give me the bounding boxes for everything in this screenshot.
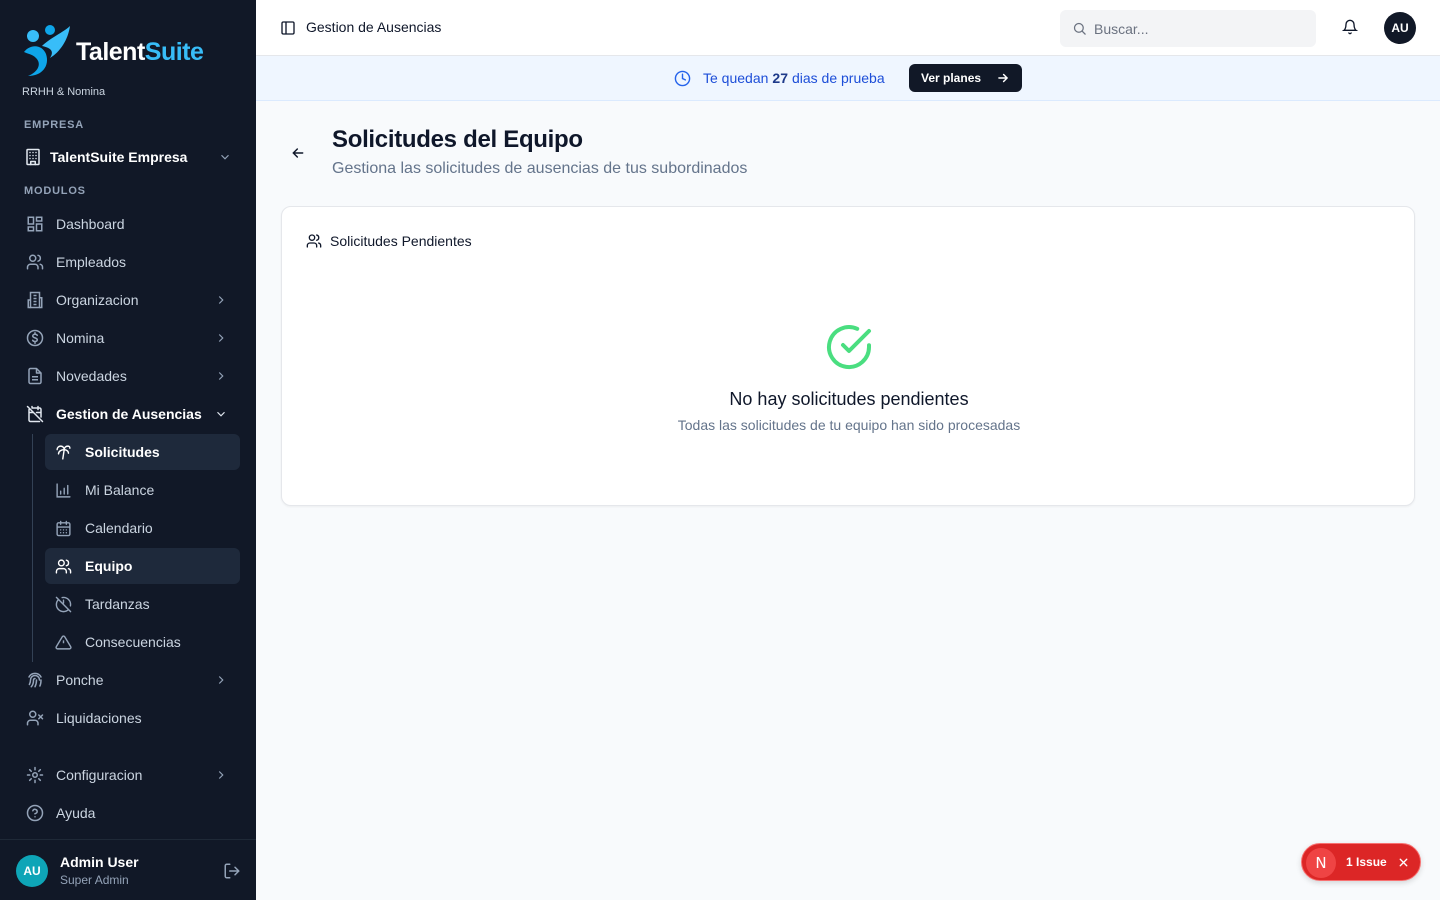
card-header: Solicitudes Pendientes [306,233,472,249]
sidebar-item-configuracion[interactable]: Configuracion [16,757,240,793]
sidebar-item-novedades[interactable]: Novedades [16,358,240,394]
company-selector[interactable]: TalentSuite Empresa [16,142,240,172]
users-icon [26,254,44,270]
sidebar-item-label: Organizacion [56,292,139,308]
users-icon [55,558,72,574]
card-title: Solicitudes Pendientes [330,233,472,249]
sidebar-item-nomina[interactable]: Nomina [16,320,240,356]
fingerprint-icon [28,672,42,688]
sidebar-subitem-solicitudes[interactable]: Solicitudes [45,434,240,470]
file-icon [28,367,42,385]
sidebar-item-gestion-ausencias[interactable]: Gestion de Ausencias [16,396,240,432]
logout-icon[interactable] [223,862,241,880]
calendar-icon [56,520,71,536]
sidebar-subitem-label: Mi Balance [85,482,155,498]
sidebar-item-label: Novedades [56,368,127,384]
sidebar-item-ponche[interactable]: Ponche [16,662,240,698]
sidebar-subitem-label: Consecuencias [85,634,181,650]
sidebar-item-dashboard[interactable]: Dashboard [16,206,240,242]
sidebar-subitem-consecuencias[interactable]: Consecuencias [45,624,240,660]
trial-text: Te quedan 27 dias de prueba [703,70,885,86]
sidebar-subitem-calendario[interactable]: Calendario [45,510,240,546]
sidebar-item-liquidaciones[interactable]: Liquidaciones [16,700,240,736]
chevron-down-icon [221,154,229,160]
trial-banner: Te quedan 27 dias de prueba Ver planes [256,56,1440,101]
clock-icon [674,70,691,87]
top-header: Gestion de Ausencias AU [256,0,1440,56]
avatar[interactable]: AU [1384,12,1416,44]
pending-requests-card: Solicitudes Pendientes No hay solicitude… [281,206,1415,506]
sidebar-item-label: Nomina [56,330,105,346]
sidebar-subitem-label: Calendario [85,520,153,536]
dollar-icon [26,329,44,347]
close-icon[interactable] [1397,856,1410,869]
page-title: Solicitudes del Equipo [332,126,583,153]
chevron-right-icon [218,676,224,684]
sidebar-subitem-label: Solicitudes [85,444,160,460]
sidebar-user-footer: AU Admin User Super Admin [0,839,256,900]
chevron-down-icon [217,411,225,417]
sidebar-subitem-label: Tardanzas [85,596,150,612]
sidebar-subitem-equipo[interactable]: Equipo [45,548,240,584]
palm-tree-icon [56,444,71,460]
check-circle-icon [827,325,871,369]
brand-name: TalentSuite [76,38,204,66]
avatar[interactable]: AU [16,855,48,887]
page-subtitle: Gestiona las solicitudes de ausencias de… [332,160,748,177]
empty-state-subtitle: Todas las solicitudes de tu equipo han s… [677,417,1021,433]
talentsuite-logo-icon [24,25,70,76]
brand-subtitle: RRHH & Nomina [22,86,106,98]
sidebar-item-organizacion[interactable]: Organizacion [16,282,240,318]
sidebar-item-label: Empleados [56,254,127,270]
arrow-right-icon [998,73,1009,83]
trial-days: 27 [772,70,788,86]
sidebar-subitem-label: Equipo [85,558,133,574]
view-plans-button[interactable]: Ver planes [909,64,1022,92]
dashboard-icon [27,216,43,232]
submenu-guide-line [32,434,33,662]
chevron-right-icon [218,296,224,304]
user-role: Super Admin [60,873,129,887]
user-name: Admin User [60,854,139,870]
section-label-empresa: EMPRESA [24,119,84,131]
warning-icon [55,634,72,650]
search-icon [1073,22,1086,35]
search-box[interactable] [1060,10,1316,47]
empty-state-title: No hay solicitudes pendientes [729,389,969,409]
bar-chart-icon [56,482,71,498]
sidebar-item-ayuda[interactable]: Ayuda [16,795,240,831]
sidebar-item-label: Gestion de Ausencias [56,406,202,422]
search-input[interactable] [1094,10,1304,47]
building-icon [27,291,43,309]
chevron-right-icon [218,372,224,380]
section-label-modulos: MODULOS [24,185,86,197]
bell-icon[interactable] [1342,19,1358,35]
sidebar: TalentSuite RRHH & Nomina EMPRESA Talent… [0,0,256,900]
sidebar-item-label: Ponche [56,672,104,688]
sidebar-item-label: Dashboard [56,216,125,232]
company-name: TalentSuite Empresa [50,149,188,165]
issue-count: 1 Issue [1346,855,1387,869]
users-icon [306,234,322,248]
sidebar-item-label: Liquidaciones [56,710,142,726]
back-arrow-icon[interactable] [290,145,306,161]
sidebar-item-empleados[interactable]: Empleados [16,244,240,280]
issues-indicator[interactable]: N 1 Issue [1301,843,1421,881]
clock-off-icon [55,596,72,612]
sidebar-item-label: Ayuda [56,805,96,821]
help-icon [26,804,44,822]
chevron-right-icon [218,334,224,342]
brand-logo[interactable]: TalentSuite [20,22,240,82]
sidebar-subitem-mi-balance[interactable]: Mi Balance [45,472,240,508]
chevron-right-icon [218,771,224,779]
header-title: Gestion de Ausencias [306,19,442,35]
sidebar-subitem-tardanzas[interactable]: Tardanzas [45,586,240,622]
calendar-off-icon [26,405,44,423]
sidebar-toggle-icon[interactable] [280,20,296,36]
user-x-icon [26,710,44,726]
sidebar-item-label: Configuracion [56,767,143,783]
building-icon [26,148,40,166]
nextjs-logo-icon: N [1306,848,1336,878]
gear-icon [26,766,44,784]
